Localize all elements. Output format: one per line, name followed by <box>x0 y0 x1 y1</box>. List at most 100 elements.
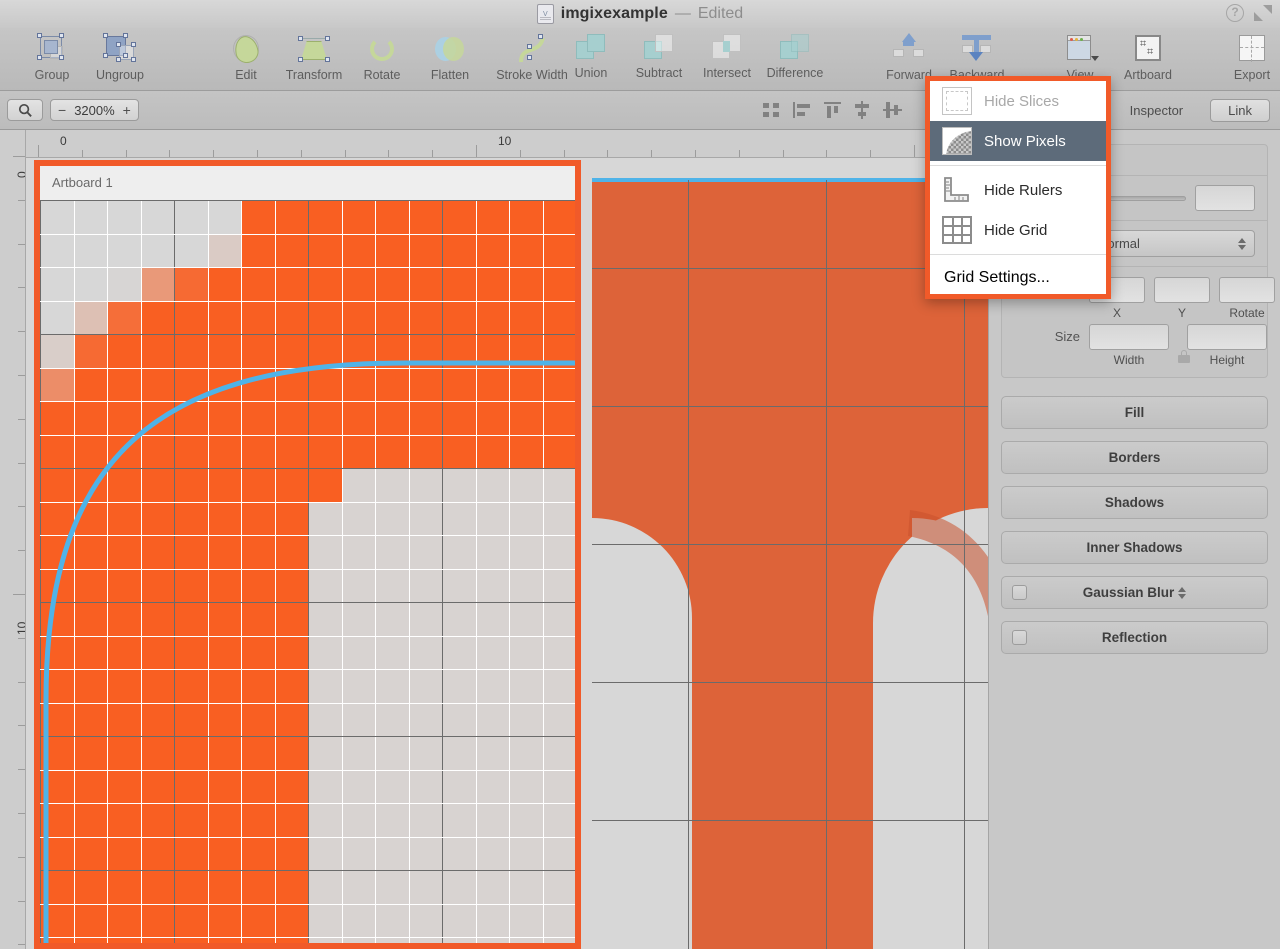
tab-inspector[interactable]: Inspector <box>1113 100 1200 121</box>
document-title-group: V imgixexample — Edited <box>536 4 743 24</box>
pixel-cell <box>241 367 275 401</box>
help-icon[interactable]: ? <box>1226 4 1244 22</box>
pixel-cell <box>40 434 74 468</box>
fill-button[interactable]: Fill <box>1001 396 1268 429</box>
toolbar-button-edit[interactable]: Edit <box>212 28 280 82</box>
pixel-cell <box>409 569 443 603</box>
width-field[interactable] <box>1089 324 1169 350</box>
toolbar-button-artboard[interactable]: ⌗ ⌗ Artboard <box>1114 28 1182 82</box>
pixel-cell <box>341 334 375 368</box>
zoom-in-button[interactable]: + <box>123 102 131 118</box>
shadows-button[interactable]: Shadows <box>1001 486 1268 519</box>
zoom-out-button[interactable]: − <box>58 102 66 118</box>
opacity-value-field[interactable] <box>1195 185 1255 211</box>
toolbar-button-forward[interactable]: Forward <box>875 28 943 82</box>
pixel-cell <box>409 904 443 938</box>
pixel-cell <box>375 267 409 301</box>
shadows-label: Shadows <box>1104 495 1165 510</box>
view-menu[interactable]: Hide Slices Show Pixels Hide Rulers Hide… <box>925 76 1111 299</box>
pixel-cell <box>274 937 308 943</box>
pixel-cell <box>40 602 74 636</box>
toolbar-button-rotate[interactable]: Rotate <box>348 28 416 82</box>
pixel-cell <box>342 803 376 837</box>
gaussian-blur-button[interactable]: Gaussian Blur <box>1001 576 1268 609</box>
toolbar-button-view[interactable]: View <box>1046 28 1114 82</box>
pixel-cell <box>73 501 107 535</box>
fullscreen-icon[interactable] <box>1254 4 1272 22</box>
pixel-cell <box>140 669 174 703</box>
toolbar-button-flatten[interactable]: Flatten <box>416 28 484 82</box>
pixel-cell <box>375 300 409 334</box>
pixel-cell <box>107 669 141 703</box>
fill-label: Fill <box>1124 405 1145 420</box>
pixel-cell <box>342 837 376 871</box>
toolbar-button-group[interactable]: Group <box>18 28 86 82</box>
pixel-cell <box>73 468 107 502</box>
pixel-cell <box>308 300 342 334</box>
canvas-area[interactable]: Artboard 1 <box>26 158 988 949</box>
toolbar-button-export[interactable]: Export <box>1218 28 1280 82</box>
toolbar-button-union[interactable]: Union <box>557 28 625 80</box>
toolbar-button-intersect[interactable]: Intersect <box>693 28 761 80</box>
vertical-ruler[interactable]: 0 10 <box>0 130 26 949</box>
pixel-cell <box>476 602 510 636</box>
pixel-cell <box>274 334 308 368</box>
pixel-cell <box>241 233 275 267</box>
toolbar-button-subtract[interactable]: Subtract <box>625 28 693 80</box>
height-field[interactable] <box>1187 324 1267 350</box>
pixel-cell <box>107 334 141 368</box>
toolbar-button-ungroup[interactable]: Ungroup <box>86 28 154 82</box>
group-icon <box>34 33 70 65</box>
gaussian-blur-checkbox[interactable] <box>1012 585 1027 600</box>
pixel-cell <box>274 769 308 803</box>
pixel-cell <box>207 233 241 267</box>
menu-item-grid-settings[interactable]: Grid Settings... <box>930 259 1106 294</box>
pixel-cell <box>409 636 443 670</box>
union-icon <box>574 33 608 63</box>
pixel-cell <box>174 568 208 602</box>
pixel-cell <box>174 635 208 669</box>
align-top-icon[interactable] <box>822 100 844 120</box>
artboard-label[interactable]: Artboard 1 <box>40 166 575 200</box>
reflection-button[interactable]: Reflection <box>1001 621 1268 654</box>
align-center-v-icon[interactable] <box>882 100 904 120</box>
pixel-cell <box>207 602 241 636</box>
align-left-icon[interactable] <box>792 100 814 120</box>
pixel-cell <box>207 401 241 435</box>
zoom-control[interactable]: − 3200% + <box>50 99 139 121</box>
blending-mode-select[interactable]: Normal <box>1089 230 1255 257</box>
y-field[interactable] <box>1154 277 1210 303</box>
toolbar-button-difference[interactable]: Difference <box>761 28 829 80</box>
toolbar-button-transform[interactable]: Transform <box>280 28 348 82</box>
pixel-cell <box>107 501 141 535</box>
stepper-icon[interactable] <box>1238 237 1246 250</box>
borders-label: Borders <box>1108 450 1161 465</box>
rotate-field[interactable] <box>1219 277 1275 303</box>
pixel-cell <box>375 870 409 904</box>
reflection-checkbox[interactable] <box>1012 630 1027 645</box>
pixel-cell <box>409 602 443 636</box>
distribute-icon[interactable] <box>762 100 784 120</box>
pixel-cell <box>408 233 442 267</box>
pixel-cell <box>207 334 241 368</box>
menu-item-hide-rulers[interactable]: Hide Rulers <box>930 170 1106 210</box>
pixel-cell <box>308 200 342 234</box>
pixel-cell <box>342 468 376 502</box>
gaussian-blur-stepper-icon[interactable] <box>1178 586 1187 599</box>
pixel-cell <box>408 434 442 468</box>
pixel-cell <box>308 233 342 267</box>
pixel-cell <box>342 602 376 636</box>
pixel-cell <box>274 568 308 602</box>
borders-button[interactable]: Borders <box>1001 441 1268 474</box>
pixel-cell <box>241 836 275 870</box>
search-button[interactable] <box>7 99 43 121</box>
toolbar-group-boolean: Union Subtract Intersect Difference <box>557 28 829 91</box>
toolbar-button-backward[interactable]: Backward <box>943 28 1011 82</box>
menu-item-hide-grid[interactable]: Hide Grid <box>930 210 1106 250</box>
pixel-cell <box>342 636 376 670</box>
menu-item-show-pixels[interactable]: Show Pixels <box>930 121 1106 161</box>
align-center-h-icon[interactable] <box>852 100 874 120</box>
menu-item-hide-slices[interactable]: Hide Slices <box>930 81 1106 121</box>
tab-link[interactable]: Link <box>1210 98 1270 122</box>
inner-shadows-button[interactable]: Inner Shadows <box>1001 531 1268 564</box>
